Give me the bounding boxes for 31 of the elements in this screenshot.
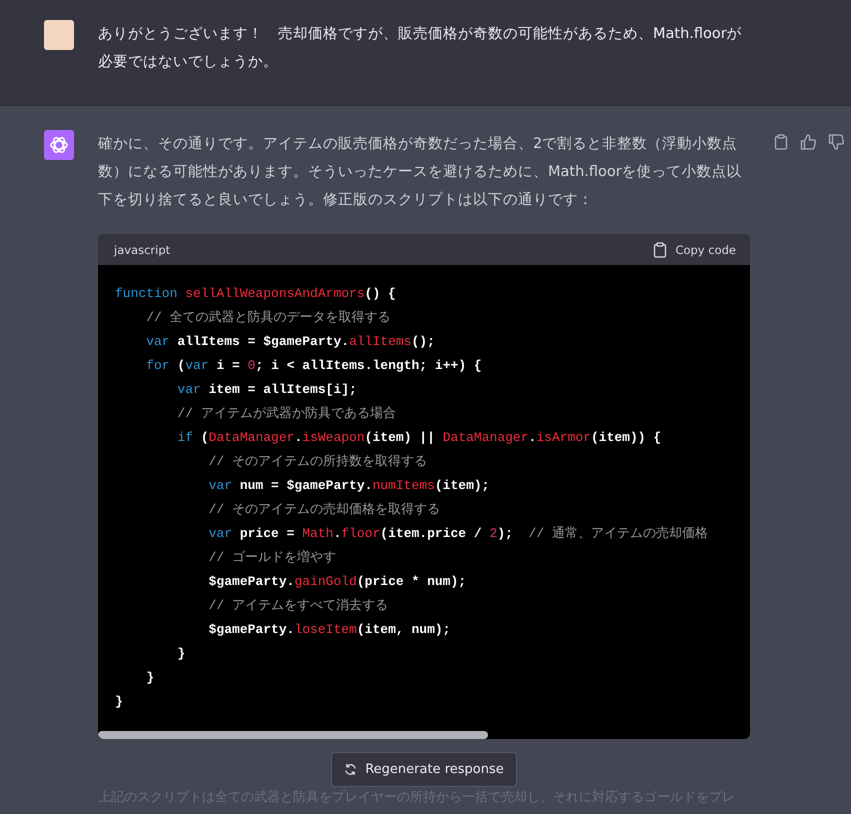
clipboard-icon: [653, 242, 668, 258]
code-line: function sellAllWeaponsAndArmors() {: [115, 285, 397, 303]
code-line: // そのアイテムの売却価格を取得する: [208, 501, 442, 519]
code-line: }: [145, 669, 156, 687]
thumbs-down-icon[interactable]: [828, 134, 844, 150]
user-message: ありがとうございます！ 売却価格ですが、販売価格が奇数の可能性があるため、Math.floorが必要ではないでしょうか。: [98, 25, 743, 72]
copy-code-button[interactable]: Copy code: [653, 242, 736, 258]
assistant-message: 確かに、その通りです。アイテムの販売価格が奇数だった場合、2で割ると非整数（浮動小数点数）になる可能性があります。そういったケースを避けるために、Math.floorを使って小数点以下を切り捨てると良いでしょう。修正版のスクリプトは以下の通りです：: [98, 135, 743, 210]
code-line: var price = Math.floor(item.price / 2); // 通常、アイテムの売却価格: [208, 525, 709, 543]
code-line: $gameParty.gainGold(price * num);: [208, 573, 468, 591]
code-line: }: [115, 693, 124, 711]
code-line: // そのアイテムの所持数を取得する: [208, 453, 428, 471]
user-avatar: [44, 20, 74, 50]
code-line: var item = allItems[i];: [176, 381, 358, 399]
code-line: var num = $gameParty.numItems(item);: [208, 477, 490, 495]
code-line: }: [176, 645, 186, 663]
code-line: // 全ての武器と防具のデータを取得する: [145, 309, 392, 327]
assistant-logo-icon: [44, 130, 74, 160]
code-line: if (DataManager.isWeapon(item) || DataManager.isArmor(item)) {: [176, 429, 662, 447]
code-line: // ゴールドを増やす: [208, 548, 338, 567]
code-line: $gameParty.loseItem(item, num);: [208, 621, 452, 639]
copy-icon[interactable]: [774, 134, 788, 150]
code-line: for (var i = 0; i < allItems.length; i++) {: [145, 357, 483, 375]
code-line: // アイテムをすべて消去する: [208, 597, 390, 615]
code-line: // アイテムが武器か防具である場合: [176, 405, 397, 423]
code-language: javascript: [114, 242, 170, 256]
refresh-icon: [344, 763, 358, 776]
thumbs-up-icon[interactable]: [800, 134, 816, 150]
code-line: var allItems = $gameParty.allItems();: [145, 333, 436, 351]
horizontal-scrollbar[interactable]: [98, 731, 488, 739]
regenerate-response-button[interactable]: Regenerate response: [331, 752, 517, 787]
